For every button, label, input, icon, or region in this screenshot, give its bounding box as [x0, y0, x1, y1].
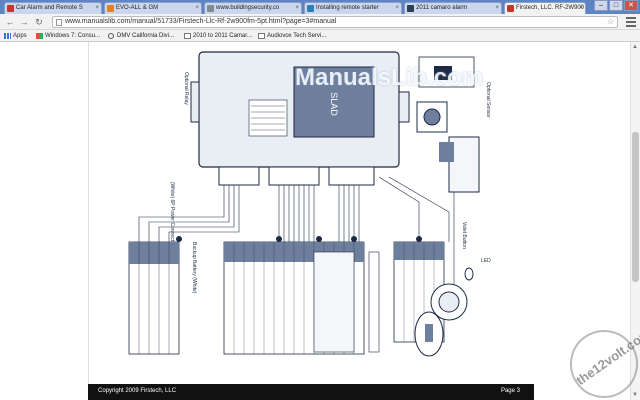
- tab-label: EVO-ALL & GM: [116, 5, 159, 11]
- apps-grid-icon: [4, 33, 11, 39]
- favicon-icon: [307, 5, 314, 12]
- bookmark-label: Audiovox Tech Servi...: [267, 33, 327, 39]
- close-tab-icon[interactable]: ×: [579, 3, 583, 14]
- page-footer: Copyright 2009 Firstech, LLC Page 3: [88, 384, 534, 400]
- close-tab-icon[interactable]: ×: [95, 3, 99, 14]
- bookmark-label: Windows 7: Consu...: [45, 33, 101, 39]
- power-connector-label: (White) 6P Power Connector: [169, 182, 175, 246]
- pdf-viewer: SLAD Optional Relay Optional Sensor (Whi…: [0, 42, 640, 400]
- bookmark-dmv[interactable]: DMV California Divi...: [108, 31, 174, 41]
- bookmark-apps[interactable]: Apps: [4, 31, 27, 41]
- close-window-button[interactable]: ✕: [624, 0, 638, 11]
- scroll-up-icon[interactable]: ▲: [631, 43, 639, 51]
- reload-icon[interactable]: ↻: [33, 16, 45, 28]
- tab-label: 2011 camaro alarm: [416, 5, 468, 11]
- bookmarks-bar: Apps Windows 7: Consu... DMV California …: [0, 30, 640, 42]
- sensor-label: Optional Sensor: [485, 82, 491, 118]
- browser-toolbar: ← → ↻ www.manualslib.com/manual/51733/Fi…: [0, 14, 640, 30]
- copyright-text: Copyright 2009 Firstech, LLC: [98, 388, 177, 394]
- windows-icon: [36, 33, 43, 39]
- page-number: Page 3: [500, 388, 520, 394]
- page-icon: [184, 33, 191, 39]
- close-tab-icon[interactable]: ×: [495, 3, 499, 14]
- tab-firstech[interactable]: Firstech, LLC. RF-2W900 ×: [504, 2, 586, 14]
- search-icon: [108, 33, 114, 39]
- tab-camaro-alarm[interactable]: 2011 camaro alarm ×: [404, 2, 502, 14]
- forward-arrow-icon[interactable]: →: [18, 16, 30, 28]
- tab-label: Car Alarm and Remote S: [16, 5, 83, 11]
- favicon-icon: [207, 5, 214, 12]
- tab-car-alarm[interactable]: Car Alarm and Remote S ×: [4, 2, 102, 14]
- url-text: www.manualslib.com/manual/51733/Firstech…: [65, 18, 337, 25]
- valet-button-label: Valet Button: [461, 222, 467, 249]
- bookmark-label: 2010 to 2011 Camar...: [193, 33, 252, 39]
- page-icon: [258, 33, 265, 39]
- tab-installing-remote[interactable]: Installing remote starter ×: [304, 2, 402, 14]
- favicon-icon: [7, 5, 14, 12]
- address-bar[interactable]: www.manualslib.com/manual/51733/Firstech…: [52, 16, 618, 28]
- page-icon: [56, 19, 62, 26]
- module-unit-label: SLAD: [329, 92, 339, 116]
- tab-buildingsecurity[interactable]: www.buildingsecurity.co ×: [204, 2, 302, 14]
- back-arrow-icon[interactable]: ←: [4, 16, 16, 28]
- bookmark-windows7[interactable]: Windows 7: Consu...: [36, 31, 100, 41]
- manualslib-watermark: ManualsLib.com: [295, 64, 484, 91]
- window-controls: – □ ✕: [594, 0, 638, 13]
- wiring-diagram: SLAD Optional Relay Optional Sensor (Whi…: [89, 42, 535, 386]
- minimize-button[interactable]: –: [594, 0, 608, 11]
- optional-relay-label: Optional Relay: [183, 72, 189, 105]
- maximize-button[interactable]: □: [609, 0, 623, 11]
- tab-evo-all[interactable]: EVO-ALL & GM ×: [104, 2, 202, 14]
- close-tab-icon[interactable]: ×: [395, 3, 399, 14]
- scroll-down-icon[interactable]: ▼: [631, 391, 639, 399]
- manual-page: SLAD Optional Relay Optional Sensor (Whi…: [88, 42, 535, 386]
- tab-label: Firstech, LLC. RF-2W900: [516, 5, 585, 11]
- bookmark-star-icon[interactable]: ☆: [607, 17, 614, 27]
- bookmark-camaro[interactable]: 2010 to 2011 Camar...: [184, 31, 252, 41]
- scroll-thumb[interactable]: [632, 132, 639, 282]
- bookmark-label: DMV California Divi...: [117, 33, 175, 39]
- tab-label: Installing remote starter: [316, 5, 379, 11]
- favicon-icon: [107, 5, 114, 12]
- bookmark-label: Apps: [13, 33, 27, 39]
- tab-label: www.buildingsecurity.co: [216, 5, 280, 11]
- close-tab-icon[interactable]: ×: [195, 3, 199, 14]
- menu-icon[interactable]: [626, 17, 636, 27]
- backup-battery-label: Backup Battery (White): [191, 242, 197, 294]
- favicon-icon: [507, 5, 514, 12]
- tab-strip: Car Alarm and Remote S × EVO-ALL & GM × …: [0, 0, 640, 14]
- bookmark-audiovox[interactable]: Audiovox Tech Servi...: [258, 31, 326, 41]
- led-label: LED: [481, 258, 491, 264]
- close-tab-icon[interactable]: ×: [295, 3, 299, 14]
- favicon-icon: [407, 5, 414, 12]
